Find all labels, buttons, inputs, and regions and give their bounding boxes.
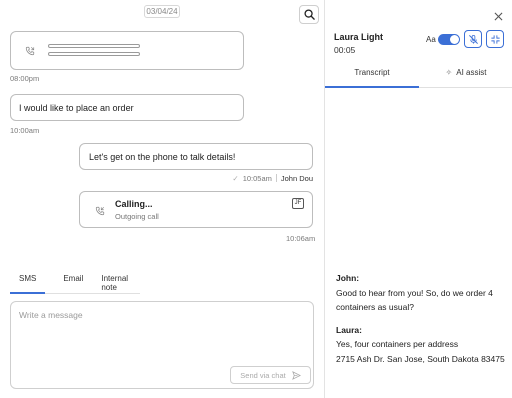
transcript-entry: John: Good to hear from you! So, do we o… <box>336 271 508 315</box>
toggle-knob <box>450 35 459 44</box>
send-icon <box>291 370 301 380</box>
search-button[interactable] <box>299 5 319 24</box>
mute-button[interactable] <box>464 30 482 48</box>
transcript-speaker: Laura: <box>336 324 362 335</box>
call-panel-tabs: Transcript ✧ AI assist <box>325 61 512 88</box>
transcript: John: Good to hear from you! So, do we o… <box>336 271 508 374</box>
call-card[interactable]: Calling... Outgoing call JF <box>79 191 313 228</box>
phone-icon <box>95 206 105 216</box>
close-button[interactable] <box>491 9 505 23</box>
message-meta: ✓ 10:05am John Dou <box>79 174 313 183</box>
chat-panel: 03/04/24 08:00pm I would like to place a… <box>0 0 324 398</box>
mic-off-icon <box>468 34 478 44</box>
message-text: I would like to place an order <box>19 103 134 113</box>
message-time: 08:00pm <box>10 74 40 83</box>
outgoing-message: Let's get on the phone to talk details! <box>79 143 313 170</box>
message-text: Let's get on the phone to talk details! <box>89 152 236 162</box>
tab-ai-assist[interactable]: ✧ AI assist <box>419 61 512 88</box>
minimize-icon <box>490 34 500 44</box>
transcript-text: Yes, four containers per address <box>336 339 459 349</box>
tab-sms[interactable]: SMS <box>10 268 46 294</box>
sparkle-icon: ✧ <box>445 68 453 77</box>
font-size-toggle[interactable] <box>438 34 460 45</box>
check-icon: ✓ <box>232 174 239 183</box>
call-placeholder-bubble <box>10 31 244 70</box>
caller-name: Laura Light <box>334 32 383 42</box>
minimize-button[interactable] <box>486 30 504 48</box>
tab-internal-note[interactable]: Internal note <box>101 268 128 294</box>
close-icon <box>494 12 502 20</box>
divider <box>275 174 277 182</box>
call-title: Calling... <box>115 199 153 209</box>
composer-tabs: SMS Email Internal note <box>10 268 140 294</box>
message-time: 10:06am <box>286 234 316 243</box>
transcript-speaker: John: <box>336 273 360 283</box>
transcript-text: 2715 Ash Dr. San Jose, South Dakota 8347… <box>336 353 505 364</box>
message-author: John Dou <box>280 174 313 183</box>
placeholder-line <box>48 52 140 56</box>
send-label: Send via chat <box>240 370 286 380</box>
tab-email[interactable]: Email <box>63 268 83 294</box>
send-button[interactable]: Send via chat <box>230 366 311 384</box>
font-size-label: Aa <box>426 35 436 44</box>
composer: Send via chat <box>10 301 314 389</box>
call-subtitle: Outgoing call <box>115 212 159 221</box>
call-timer: 00:05 <box>334 45 356 55</box>
transcript-entry: Laura: Yes, four containers per address … <box>336 323 508 367</box>
tab-ai-assist-label: AI assist <box>456 68 487 77</box>
date-chip: 03/04/24 <box>144 5 180 18</box>
placeholder-line <box>48 44 140 48</box>
search-icon <box>303 9 315 20</box>
message-time: 10:00am <box>10 126 40 135</box>
tab-transcript[interactable]: Transcript <box>325 61 419 88</box>
call-panel: Laura Light 00:05 Aa Transcript ✧ AI assi… <box>324 0 512 398</box>
transcript-text: Good to hear from you! So, do we order 4… <box>336 287 493 313</box>
message-input[interactable] <box>19 310 299 358</box>
phone-icon <box>25 46 35 56</box>
avatar: JF <box>292 198 304 209</box>
message-time: 10:05am <box>242 174 272 183</box>
incoming-message: I would like to place an order <box>10 94 244 121</box>
